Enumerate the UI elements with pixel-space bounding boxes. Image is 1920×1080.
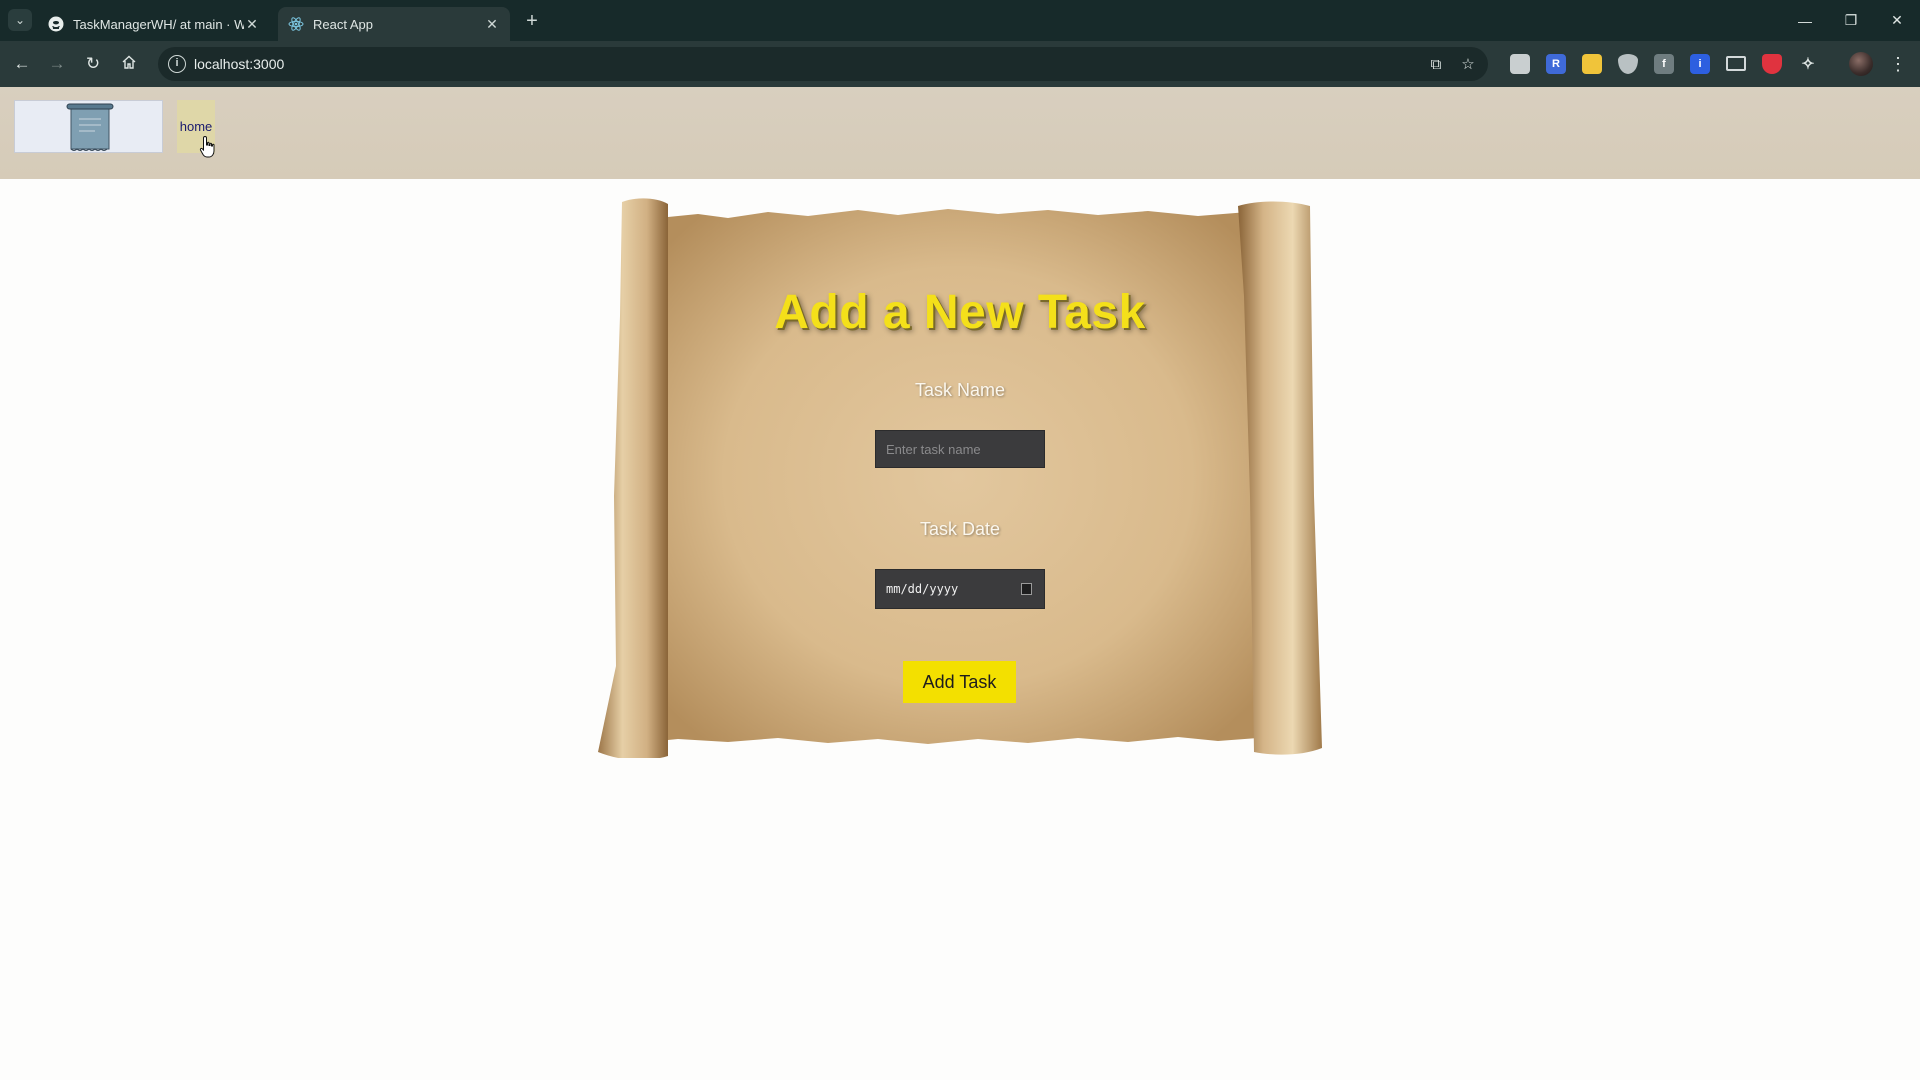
profile-avatar[interactable]	[1849, 52, 1873, 76]
url-text[interactable]: localhost:3000	[194, 56, 284, 72]
extension-i-label: i	[1698, 58, 1702, 70]
extension-r-icon[interactable]: R	[1546, 54, 1566, 74]
open-in-new-icon[interactable]: ⧉	[1425, 53, 1447, 75]
tab-github[interactable]: TaskManagerWH/ at main · Wa ✕	[38, 7, 270, 41]
address-bar[interactable]: i localhost:3000 ⧉ ☆	[158, 47, 1488, 81]
chevron-down-icon: ⌄	[14, 13, 26, 27]
close-icon[interactable]: ✕	[484, 16, 500, 32]
home-button[interactable]	[115, 50, 143, 78]
more-menu-icon[interactable]: ⋮	[1888, 52, 1908, 76]
arrow-left-icon: ←	[13, 54, 31, 73]
restore-button[interactable]: ❐	[1828, 0, 1874, 41]
tab-title: TaskManagerWH/ at main · Wa	[73, 16, 244, 32]
reload-button[interactable]: ↻	[79, 50, 107, 78]
extension-shield-icon[interactable]	[1618, 54, 1638, 74]
browser-toolbar: ← → ↻ i localhost:3000 ⧉ ☆ R f i ✧ ⋮	[0, 41, 1920, 87]
reload-icon: ↻	[85, 54, 101, 73]
minimize-button[interactable]: —	[1782, 0, 1828, 41]
new-tab-button[interactable]: +	[520, 9, 544, 33]
arrow-right-icon: →	[48, 54, 66, 73]
form-title: Add a New Task	[774, 286, 1146, 339]
task-date-input[interactable]: mm/dd/yyyy	[875, 569, 1045, 609]
site-info-icon[interactable]: i	[168, 55, 186, 73]
tab-react-app[interactable]: React App ✕	[278, 7, 510, 41]
tab-title: React App	[313, 16, 373, 32]
task-name-label: Task Name	[914, 380, 1006, 400]
tab-search-button[interactable]: ⌄	[8, 9, 32, 31]
star-icon[interactable]: ☆	[1457, 53, 1479, 75]
add-task-button[interactable]: Add Task	[903, 661, 1016, 703]
window-close-button[interactable]: ✕	[1874, 0, 1920, 41]
hand-cursor-icon	[199, 135, 215, 158]
close-icon: ✕	[1891, 12, 1903, 28]
extension-r-label: R	[1552, 58, 1560, 70]
extension-monitor-icon[interactable]	[1726, 56, 1746, 71]
task-name-input[interactable]	[875, 430, 1045, 468]
extension-cloud-icon[interactable]	[1582, 54, 1602, 74]
site-header: home	[0, 87, 1920, 179]
task-date-label: Task Date	[919, 519, 1001, 539]
extensions-puzzle-icon[interactable]: ✧	[1798, 54, 1818, 74]
extension-cube-icon[interactable]	[1510, 54, 1530, 74]
plus-icon: +	[526, 10, 538, 32]
site-logo[interactable]	[14, 100, 163, 153]
github-icon	[48, 16, 64, 32]
back-button[interactable]: ←	[8, 50, 36, 78]
forward-button[interactable]: →	[43, 50, 71, 78]
extension-f-label: f	[1662, 58, 1666, 70]
home-icon	[121, 54, 137, 75]
extension-f-icon[interactable]: f	[1654, 54, 1674, 74]
browser-tab-bar: ⌄ TaskManagerWH/ at main · Wa ✕ React Ap…	[0, 0, 1920, 41]
minimize-icon: —	[1798, 12, 1812, 29]
calendar-icon[interactable]	[1021, 583, 1032, 595]
restore-icon: ❐	[1844, 12, 1858, 28]
extension-pocket-icon[interactable]	[1762, 54, 1782, 74]
react-icon	[288, 16, 304, 32]
close-icon[interactable]: ✕	[244, 16, 260, 32]
extension-i-icon[interactable]: i	[1690, 54, 1710, 74]
task-date-value: mm/dd/yyyy	[886, 582, 959, 596]
